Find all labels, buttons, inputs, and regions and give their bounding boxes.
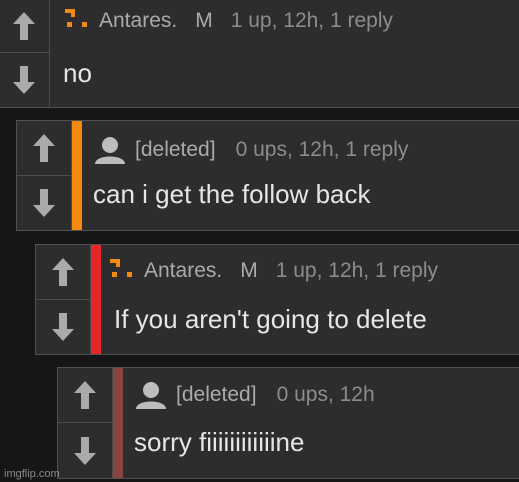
arrow-up-icon <box>74 381 96 409</box>
comment-header: [deleted] 0 ups, 12h, 1 reply <box>93 135 408 165</box>
user-flair: M <box>240 259 258 282</box>
orange-dots-icon <box>110 259 132 277</box>
comment-meta: 0 ups, 12h, 1 reply <box>235 138 409 161</box>
arrow-up-icon <box>13 11 35 40</box>
upvote-button[interactable] <box>17 121 71 176</box>
comment-body: no <box>63 58 92 88</box>
arrow-up-icon <box>33 133 55 162</box>
downvote-button[interactable] <box>17 176 71 231</box>
username-link[interactable]: Antares. <box>99 9 177 33</box>
comment-body: sorry fiiiiiiiiiiiine <box>134 427 305 457</box>
downvote-button[interactable] <box>58 423 112 478</box>
watermark: imgflip.com <box>4 468 60 480</box>
username: [deleted] <box>135 138 216 161</box>
arrow-down-icon <box>33 188 55 217</box>
upvote-button[interactable] <box>36 245 90 300</box>
orange-dots-icon <box>65 9 87 27</box>
comment-meta: 0 ups, 12h <box>276 383 375 406</box>
comment-header: Antares. M 1 up, 12h, 1 reply <box>65 9 393 33</box>
arrow-down-icon <box>74 436 96 465</box>
arrow-down-icon <box>13 66 35 94</box>
comment-meta: 1 up, 12h, 1 reply <box>230 9 393 32</box>
upvote-button[interactable] <box>58 368 112 423</box>
arrow-down-icon <box>52 312 74 341</box>
comment-header: Antares. M 1 up, 12h, 1 reply <box>110 259 438 283</box>
comment-header: [deleted] 0 ups, 12h <box>134 380 375 410</box>
vote-column <box>36 245 91 354</box>
user-flair: M <box>195 9 213 32</box>
comment-card-3: Antares. M 1 up, 12h, 1 reply If you are… <box>35 244 519 355</box>
vote-column <box>58 368 113 478</box>
comment-card-2: [deleted] 0 ups, 12h, 1 reply can i get … <box>16 120 519 231</box>
username: [deleted] <box>176 383 257 406</box>
default-avatar-icon <box>136 382 166 409</box>
thread-depth-stripe <box>72 121 82 230</box>
downvote-button[interactable] <box>0 53 49 107</box>
vote-column <box>0 0 50 107</box>
thread-depth-stripe <box>113 368 123 478</box>
username-link[interactable]: Antares. <box>144 259 222 283</box>
default-avatar-icon <box>95 137 125 164</box>
comment-card-4: [deleted] 0 ups, 12h sorry fiiiiiiiiiiii… <box>57 367 519 479</box>
comment-card-1: Antares. M 1 up, 12h, 1 reply no <box>0 0 519 108</box>
comment-body: If you aren't going to delete <box>114 304 427 334</box>
comment-meta: 1 up, 12h, 1 reply <box>275 259 438 282</box>
arrow-up-icon <box>52 257 74 286</box>
vote-column <box>17 121 72 230</box>
thread-depth-stripe <box>91 245 101 354</box>
comment-body: can i get the follow back <box>93 179 371 209</box>
downvote-button[interactable] <box>36 300 90 355</box>
upvote-button[interactable] <box>0 0 49 53</box>
